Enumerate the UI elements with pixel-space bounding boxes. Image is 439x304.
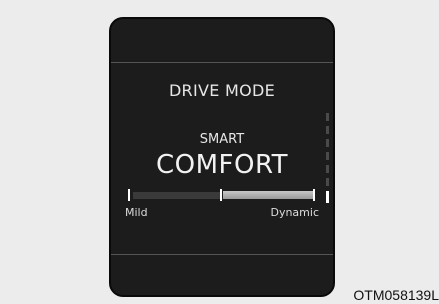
scale-tick-start <box>128 189 130 201</box>
scroll-dash <box>326 178 329 186</box>
scale-segment-mild <box>133 192 220 199</box>
bottom-divider <box>111 254 333 255</box>
scroll-dash <box>326 126 329 134</box>
scale-segment-dynamic <box>223 191 313 199</box>
figure-code: OTM058139L <box>353 287 439 303</box>
mode-scale-bar <box>128 189 315 201</box>
submode-label: SMART <box>199 132 245 147</box>
scroll-dash <box>326 139 329 147</box>
scale-tick-middle <box>220 189 222 201</box>
top-divider <box>111 62 333 63</box>
scale-tick-end <box>313 189 315 201</box>
scale-label-mild: Mild <box>125 206 148 219</box>
scale-label-dynamic: Dynamic <box>270 206 319 219</box>
scroll-dash <box>326 152 329 160</box>
scroll-dash <box>326 113 329 121</box>
cluster-display: DRIVE MODE SMART COMFORT Mild Dynamic <box>109 17 335 297</box>
current-mode-value: COMFORT <box>155 150 289 180</box>
drive-mode-title: DRIVE MODE <box>168 81 276 100</box>
illustration-background: DRIVE MODE SMART COMFORT Mild Dynamic OT… <box>0 0 439 304</box>
scroll-dash <box>326 165 329 173</box>
scroll-indicator <box>326 113 329 203</box>
scroll-thumb <box>326 191 329 203</box>
